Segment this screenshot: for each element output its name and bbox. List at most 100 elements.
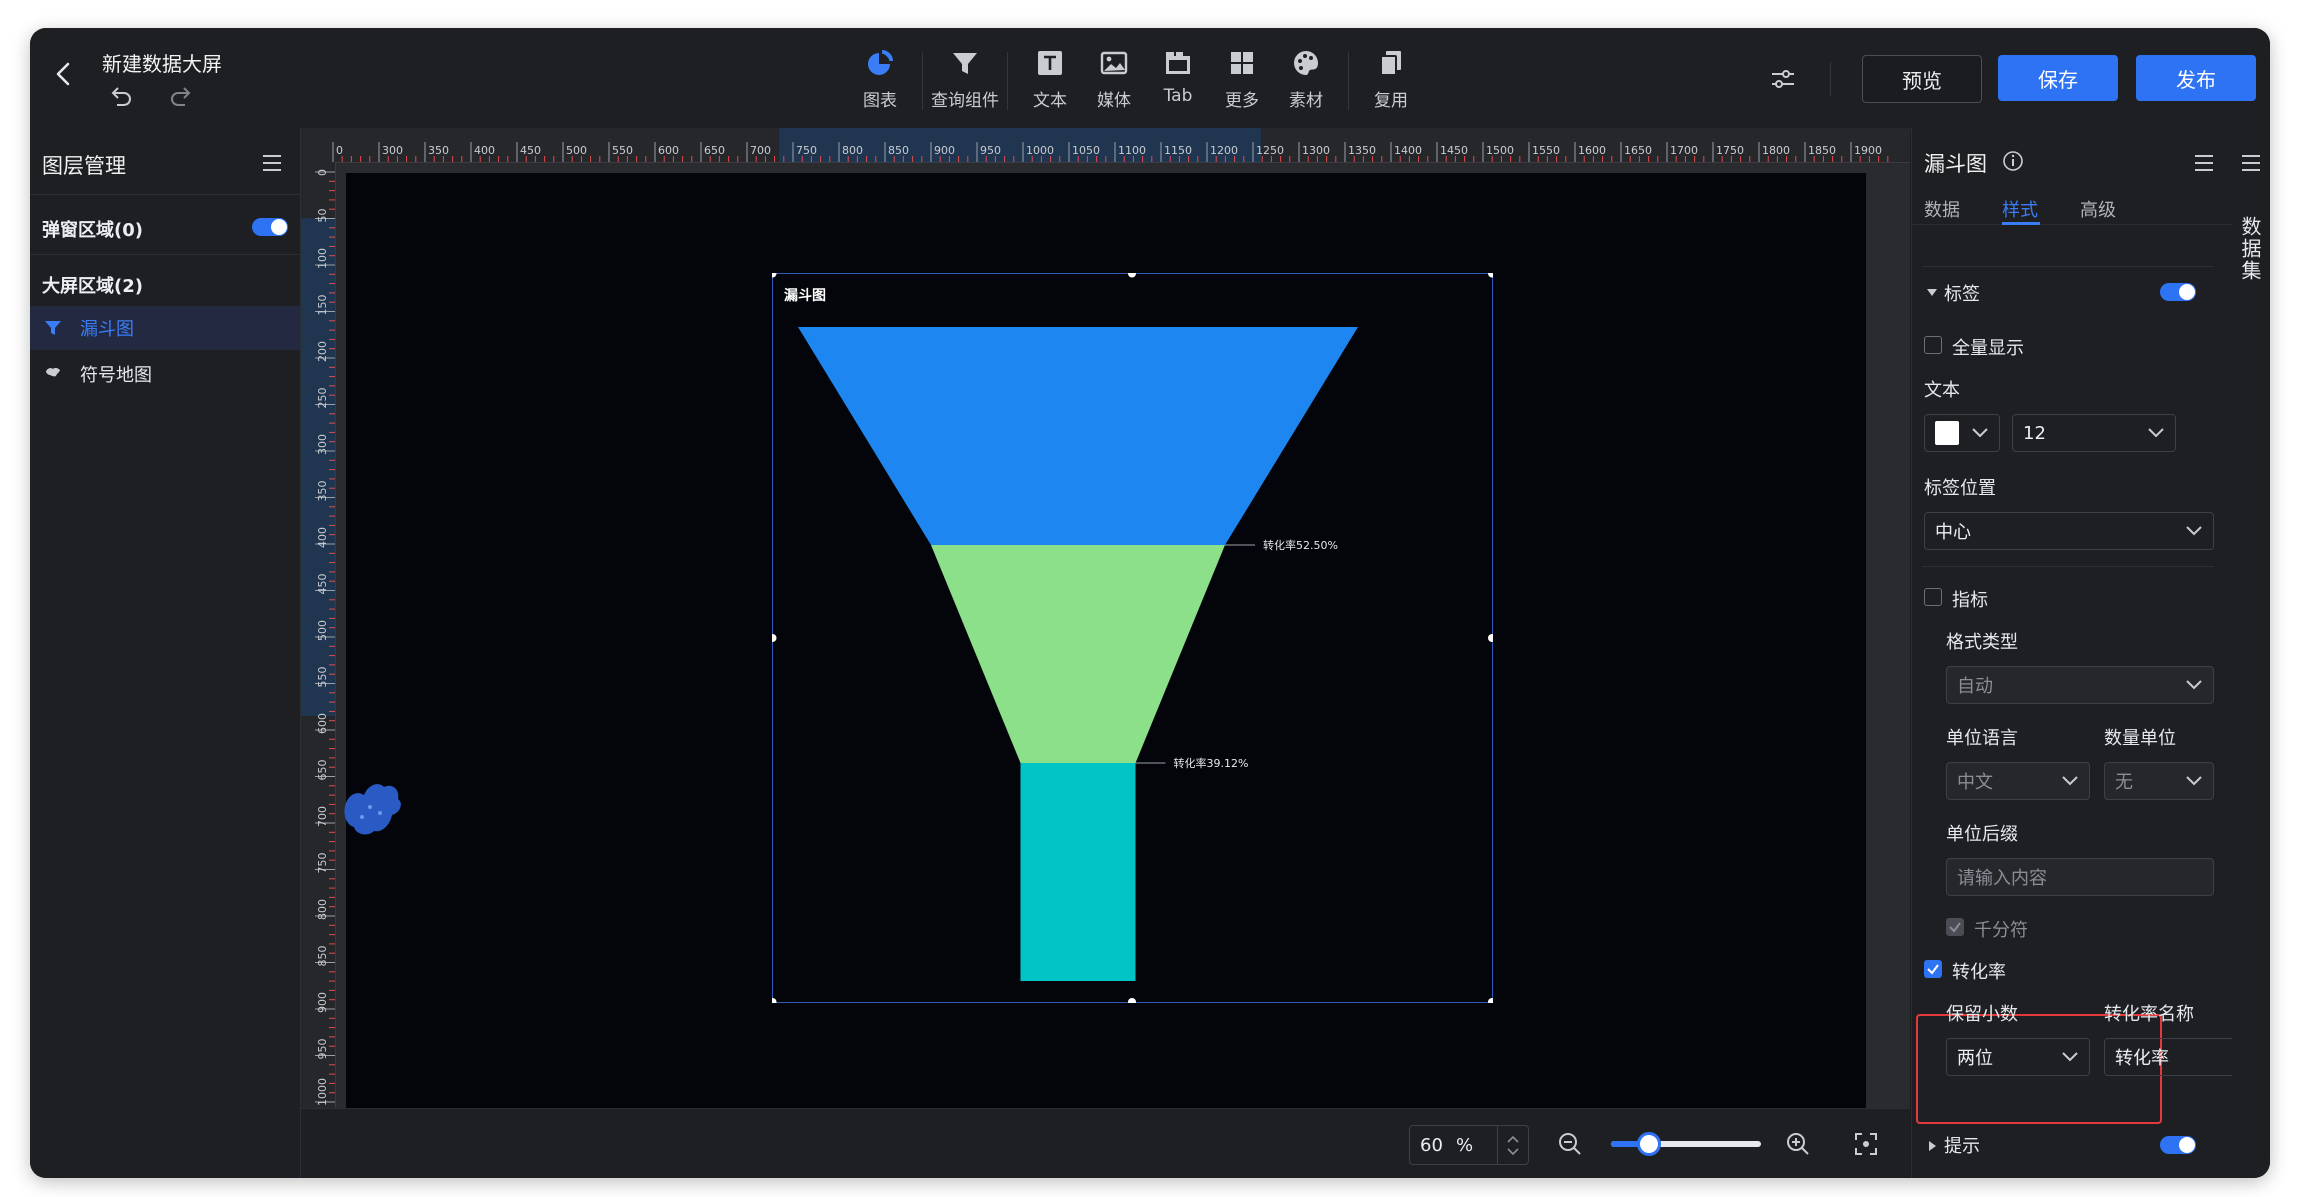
layer-panel-title: 图层管理 [42,154,126,178]
unit-suffix-input[interactable]: 请输入内容 [1946,858,2214,896]
tool-tab[interactable]: Tab [1146,46,1210,116]
collapse-down-icon[interactable] [1926,288,1938,298]
tool-text[interactable]: 文本 [1018,46,1082,116]
ruler-tick-label: 1850 [1808,144,1836,157]
ruler-tick-label: 400 [316,527,329,548]
ruler-tick-label: 550 [316,667,329,688]
conversion-name-label: 转化率名称 [2104,1004,2194,1025]
thousands-label: 千分符 [1974,920,2028,941]
canvas-bottom-bar: 60 % [301,1108,1910,1178]
active-tab-indicator [2002,222,2040,225]
tool-material[interactable]: 素材 [1274,46,1338,116]
metric-checkbox[interactable] [1924,588,1942,606]
tab-style[interactable]: 样式 [2002,196,2038,222]
vertical-ruler[interactable]: 0 50 100 150 200 250 300 350 400 450 500 550 600 650 7… [301,162,336,1108]
format-type-select[interactable]: 自动 [1946,666,2214,704]
ruler-tick-label: 50 [316,209,329,223]
zoom-in-icon[interactable] [1785,1131,1811,1157]
zoom-out-icon[interactable] [1557,1131,1583,1157]
show-all-label: 全量显示 [1952,338,2024,359]
label-section-toggle[interactable] [2160,283,2196,301]
tab-icon [1163,48,1193,78]
ruler-tick-label: 1550 [1532,144,1560,157]
ruler-tick-label: 0 [316,169,329,176]
ruler-tick-label: 1250 [1256,144,1284,157]
ruler-tick-label: 150 [316,295,329,316]
tab-advanced[interactable]: 高级 [2080,196,2116,222]
funnel-stage [798,327,1358,545]
thousands-checkbox[interactable] [1946,918,1964,936]
ruler-tick-label: 850 [888,144,909,157]
ruler-tick-label: 900 [934,144,955,157]
preview-button[interactable]: 预览 [1862,55,1982,103]
ruler-tick-label: 700 [750,144,771,157]
tooltip-section-toggle[interactable] [2160,1136,2196,1154]
ruler-tick-label: 1050 [1072,144,1100,157]
conversion-name-input[interactable]: 转化率 [2104,1038,2250,1076]
layer-item-map[interactable]: 符号地图 [30,352,300,396]
label-position-select[interactable]: 中心 [1924,512,2214,550]
ruler-tick-label: 550 [612,144,633,157]
menu-icon[interactable] [2239,152,2263,174]
ruler-tick-label: 800 [316,899,329,920]
publish-button[interactable]: 发布 [2136,55,2256,101]
menu-icon[interactable] [2192,152,2216,174]
tool-more[interactable]: 更多 [1210,46,1274,116]
decimals-label: 保留小数 [1946,1004,2018,1025]
unit-language-select[interactable]: 中文 [1946,762,2090,800]
info-icon[interactable] [2002,150,2024,172]
chevron-down-icon [2186,680,2202,690]
font-size-select[interactable]: 12 [2012,414,2176,452]
undo-icon[interactable] [108,84,134,110]
ruler-tick-label: 500 [316,620,329,641]
popup-section-toggle[interactable] [252,218,288,236]
ruler-tick-label: 1200 [1210,144,1238,157]
ruler-tick-label: 600 [658,144,679,157]
tool-reuse[interactable]: 复用 [1359,46,1423,116]
tool-chart[interactable]: 图表 [848,46,912,116]
tool-media[interactable]: 媒体 [1082,46,1146,116]
ruler-tick-label: 0 [336,144,343,157]
ruler-tick-label: 1300 [1302,144,1330,157]
tab-data[interactable]: 数据 [1924,196,1960,222]
save-button[interactable]: 保存 [1998,55,2118,101]
back-icon[interactable] [48,58,80,90]
horizontal-ruler[interactable]: 0 300 350 400 450 500 550 600 650 700 750 800 850 900… [301,128,1910,163]
canvas-area: 0 300 350 400 450 500 550 600 650 700 750 800 850 900… [301,128,1910,1178]
text-color-picker[interactable] [1924,414,2000,452]
settings-sliders-icon[interactable] [1768,64,1798,94]
chevron-down-icon [2148,428,2164,438]
tool-query[interactable]: 查询组件 [931,46,999,116]
redo-icon[interactable] [168,84,194,110]
unit-language-label: 单位语言 [1946,728,2018,749]
collapse-right-icon[interactable] [1928,1140,1938,1152]
zoom-slider[interactable] [1611,1132,1761,1156]
dataset-label[interactable]: 数据集 [2238,216,2262,282]
ruler-tick-label: 350 [316,481,329,502]
show-all-checkbox[interactable] [1924,336,1942,354]
fit-screen-icon[interactable] [1853,1131,1879,1157]
zoom-stepper[interactable] [1497,1126,1528,1164]
tooltip-section-title: 提示 [1944,1136,1980,1157]
decimals-select[interactable]: 两位 [1946,1038,2090,1076]
zoom-slider-thumb[interactable] [1636,1132,1661,1156]
ruler-tick-label: 450 [316,574,329,595]
ruler-tick-label: 200 [316,341,329,362]
app-window: 新建数据大屏 图表 查询组件 文本 媒体 Tab 更多 素材 复用 预览 保存 … [30,28,2270,1178]
number-unit-select[interactable]: 无 [2104,762,2214,800]
ruler-tick-label: 950 [316,1039,329,1060]
funnel-icon [44,319,62,337]
ruler-tick-label: 450 [520,144,541,157]
symbol-map-widget[interactable] [340,773,410,843]
menu-icon[interactable] [260,152,284,174]
conversion-rate-checkbox[interactable] [1924,960,1942,978]
conversion-label: 转化率52.50% [1263,539,1338,552]
dataset-strip[interactable]: 数据集 [2232,128,2270,1178]
layer-item-funnel[interactable]: 漏斗图 [30,306,300,350]
screen-stage[interactable]: 漏斗图 转化率52.50% 转化率39.12% [344,173,1866,1108]
funnel-chart [798,327,1358,981]
ruler-tick-label: 1150 [1164,144,1192,157]
funnel-widget[interactable]: 漏斗图 转化率52.50% 转化率39.12% [772,273,1493,1003]
zoom-input[interactable]: 60 % [1409,1125,1529,1165]
ruler-tick-label: 1700 [1670,144,1698,157]
